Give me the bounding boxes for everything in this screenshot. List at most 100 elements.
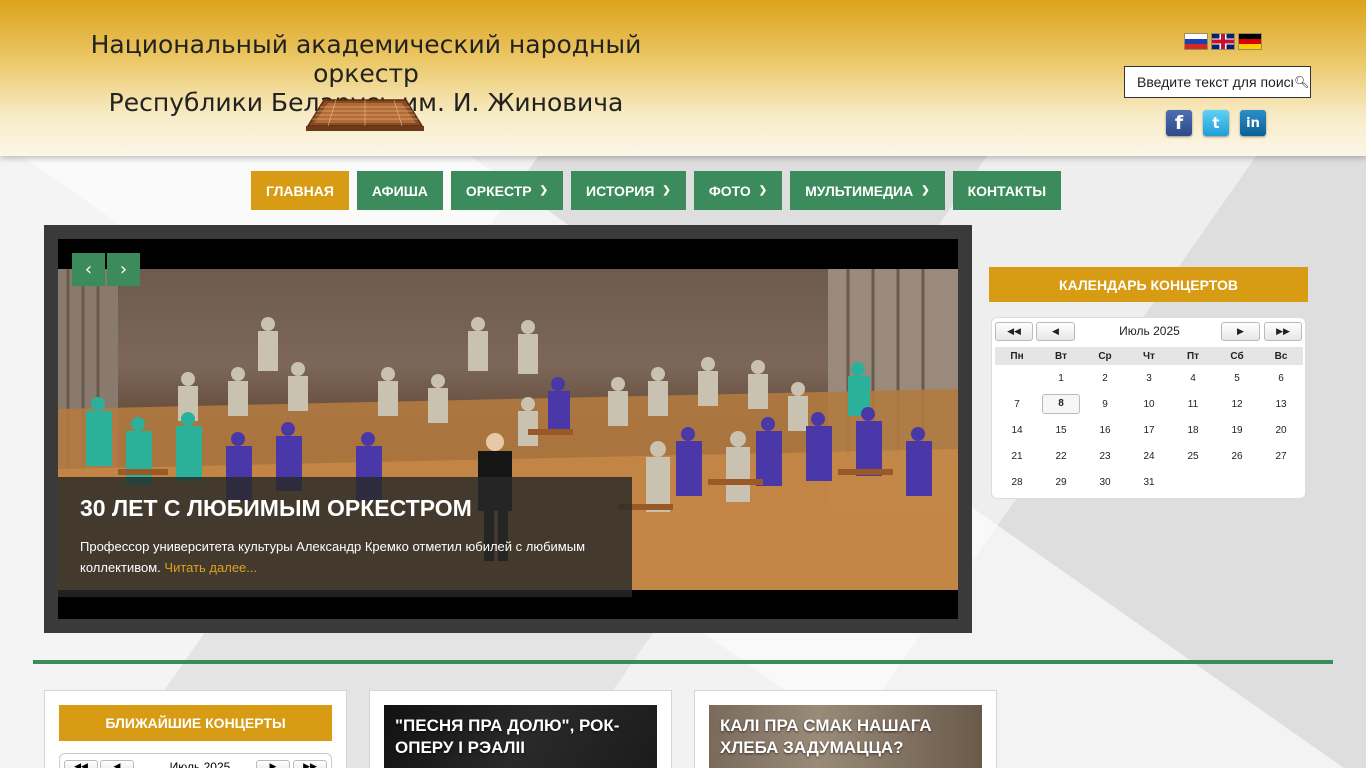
news-card[interactable]: "ПЕСНЯ ПРА ДОЛЮ", РОК-ОПЕРУ І РЭАЛІІ (369, 690, 672, 768)
calendar-day[interactable]: 23 (1083, 451, 1127, 462)
calendar-day-number: 3 (1146, 372, 1152, 384)
calendar-day[interactable]: 5 (1215, 373, 1259, 384)
calendar-nav: ◀◀ ◀ Июль 2025 ▶ ▶▶ (992, 322, 1305, 342)
upcoming-calendar: ◀◀ ◀ Июль 2025 ▶ ▶▶ (59, 753, 332, 768)
calendar-day[interactable]: 31 (1127, 477, 1171, 488)
slider: ‹ › 30 ЛЕТ С ЛЮБИМЫМ ОРКЕСТРОМ Профессор… (44, 225, 972, 633)
slider-prev-button[interactable]: ‹ (72, 253, 105, 286)
calendar-day[interactable]: 15 (1039, 425, 1083, 436)
calendar-day[interactable]: 29 (1039, 477, 1083, 488)
slider-next-button[interactable]: › (107, 253, 140, 286)
calendar-day[interactable]: 13 (1259, 399, 1303, 410)
calendar-day[interactable]: 18 (1171, 425, 1215, 436)
slide-title[interactable]: 30 ЛЕТ С ЛЮБИМЫМ ОРКЕСТРОМ (80, 495, 610, 522)
calendar-day[interactable]: 11 (1171, 399, 1215, 410)
calendar-day-number: 24 (1143, 450, 1155, 462)
calendar-prev-year-button[interactable]: ◀◀ (995, 322, 1033, 341)
slide-caption: 30 ЛЕТ С ЛЮБИМЫМ ОРКЕСТРОМ Профессор уни… (58, 477, 632, 597)
calendar-weekday: Чт (1143, 350, 1155, 362)
calendar-day[interactable]: 1 (1039, 373, 1083, 384)
calendar-day[interactable]: 9 (1083, 399, 1127, 410)
linkedin-icon[interactable]: in (1240, 110, 1266, 136)
chevron-down-icon: ❯ (921, 185, 930, 196)
calendar-day[interactable]: 4 (1171, 373, 1215, 384)
social-links: f t in (1166, 110, 1266, 136)
flag-ru-icon[interactable] (1184, 33, 1208, 50)
cymbal-logo-icon (306, 99, 424, 131)
calendar-header: КАЛЕНДАРЬ КОНЦЕРТОВ (989, 267, 1308, 302)
news-title[interactable]: "ПЕСНЯ ПРА ДОЛЮ", РОК-ОПЕРУ І РЭАЛІІ (395, 715, 650, 759)
search-input[interactable] (1125, 68, 1293, 96)
calendar-weekday-row: Пн Вт Ср Чт Пт Сб Вс (995, 347, 1303, 365)
facebook-icon[interactable]: f (1166, 110, 1192, 136)
upcoming-month-title: Июль 2025 (169, 760, 231, 768)
flag-de-icon[interactable] (1238, 33, 1262, 50)
calendar-day[interactable]: 25 (1171, 451, 1215, 462)
calendar-day[interactable]: 12 (1215, 399, 1259, 410)
news-thumbnail[interactable]: КАЛІ ПРА СМАК НАШАГА ХЛЕБА ЗАДУМАЦЦА? (709, 705, 982, 768)
calendar-day[interactable]: 24 (1127, 451, 1171, 462)
calendar-prev-year-button[interactable]: ◀◀ (64, 760, 98, 768)
calendar-day[interactable]: 17 (1127, 425, 1171, 436)
calendar-day[interactable]: 14 (995, 425, 1039, 436)
nav-item-photo[interactable]: Фото ❯ (693, 171, 783, 210)
search-box: 🔍︎ (1124, 66, 1311, 98)
calendar-day[interactable]: 6 (1259, 373, 1303, 384)
nav-item-history[interactable]: История ❯ (571, 171, 686, 210)
nav-item-contacts[interactable]: Контакты (952, 171, 1062, 210)
calendar-weekday: Вс (1274, 350, 1288, 362)
calendar-prev-month-button[interactable]: ◀ (100, 760, 134, 768)
calendar-day[interactable]: 26 (1215, 451, 1259, 462)
calendar-prev-month-button[interactable]: ◀ (1036, 322, 1075, 341)
twitter-icon[interactable]: t (1203, 110, 1229, 136)
calendar-day-number: 19 (1231, 424, 1243, 436)
calendar-day[interactable]: 30 (1083, 477, 1127, 488)
calendar-day[interactable]: 21 (995, 451, 1039, 462)
nav-label: Оркестр (465, 182, 532, 199)
calendar-day[interactable]: 19 (1215, 425, 1259, 436)
calendar-weekday: Вт (1055, 350, 1067, 362)
calendar-next-month-button[interactable]: ▶ (1221, 322, 1260, 341)
calendar-day[interactable]: 16 (1083, 425, 1127, 436)
chevron-down-icon: ❯ (539, 185, 549, 196)
calendar-day[interactable]: 2 (1083, 373, 1127, 384)
nav-item-multimedia[interactable]: Мультимедиа ❯ (790, 171, 945, 210)
chevron-down-icon: ❯ (758, 185, 768, 196)
calendar-next-year-button[interactable]: ▶▶ (1264, 322, 1302, 341)
nav-item-afisha[interactable]: Афиша (356, 171, 443, 210)
calendar-weekday: Ср (1098, 350, 1112, 362)
search-icon[interactable]: 🔍︎ (1294, 75, 1309, 89)
calendar-day[interactable]: 10 (1127, 399, 1171, 410)
calendar-day[interactable]: 8 (1039, 394, 1083, 414)
news-card[interactable]: КАЛІ ПРА СМАК НАШАГА ХЛЕБА ЗАДУМАЦЦА? (694, 690, 997, 768)
flag-en-icon[interactable] (1211, 33, 1235, 50)
calendar-day[interactable]: 22 (1039, 451, 1083, 462)
news-thumbnail[interactable]: "ПЕСНЯ ПРА ДОЛЮ", РОК-ОПЕРУ І РЭАЛІІ (384, 705, 657, 768)
calendar-next-year-button[interactable]: ▶▶ (293, 760, 327, 768)
slider-viewport: ‹ › 30 ЛЕТ С ЛЮБИМЫМ ОРКЕСТРОМ Профессор… (58, 239, 958, 619)
read-more-link[interactable]: Читать далее... (164, 560, 257, 575)
slide-text-body: Профессор университета культуры Александ… (80, 539, 586, 575)
calendar-weekday: Сб (1230, 350, 1244, 362)
calendar-day[interactable]: 3 (1127, 373, 1171, 384)
calendar-day-number: 30 (1099, 476, 1111, 488)
calendar-day-number: 11 (1187, 398, 1199, 410)
calendar-day-number: 23 (1099, 450, 1111, 462)
nav-item-home[interactable]: Главная (251, 171, 349, 210)
calendar-day[interactable]: 27 (1259, 451, 1303, 462)
calendar-day-number: 20 (1275, 424, 1287, 436)
calendar-next-month-button[interactable]: ▶ (256, 760, 290, 768)
calendar-day-number: 5 (1234, 372, 1240, 384)
nav-item-orchestra[interactable]: Оркестр ❯ (450, 171, 564, 210)
calendar-day[interactable]: 20 (1259, 425, 1303, 436)
calendar-day-number: 25 (1187, 450, 1199, 462)
section-divider (33, 660, 1333, 664)
calendar-month-title: Июль 2025 (1119, 324, 1180, 338)
calendar-day[interactable]: 28 (995, 477, 1039, 488)
slide-text: Профессор университета культуры Александ… (80, 536, 610, 578)
news-title[interactable]: КАЛІ ПРА СМАК НАШАГА ХЛЕБА ЗАДУМАЦЦА? (720, 715, 975, 759)
calendar-day[interactable]: 7 (995, 399, 1039, 410)
calendar-day-number: 29 (1055, 476, 1067, 488)
calendar-day-number: 10 (1143, 398, 1155, 410)
calendar-week-row: 14 15 16 17 18 19 20 (995, 417, 1303, 443)
